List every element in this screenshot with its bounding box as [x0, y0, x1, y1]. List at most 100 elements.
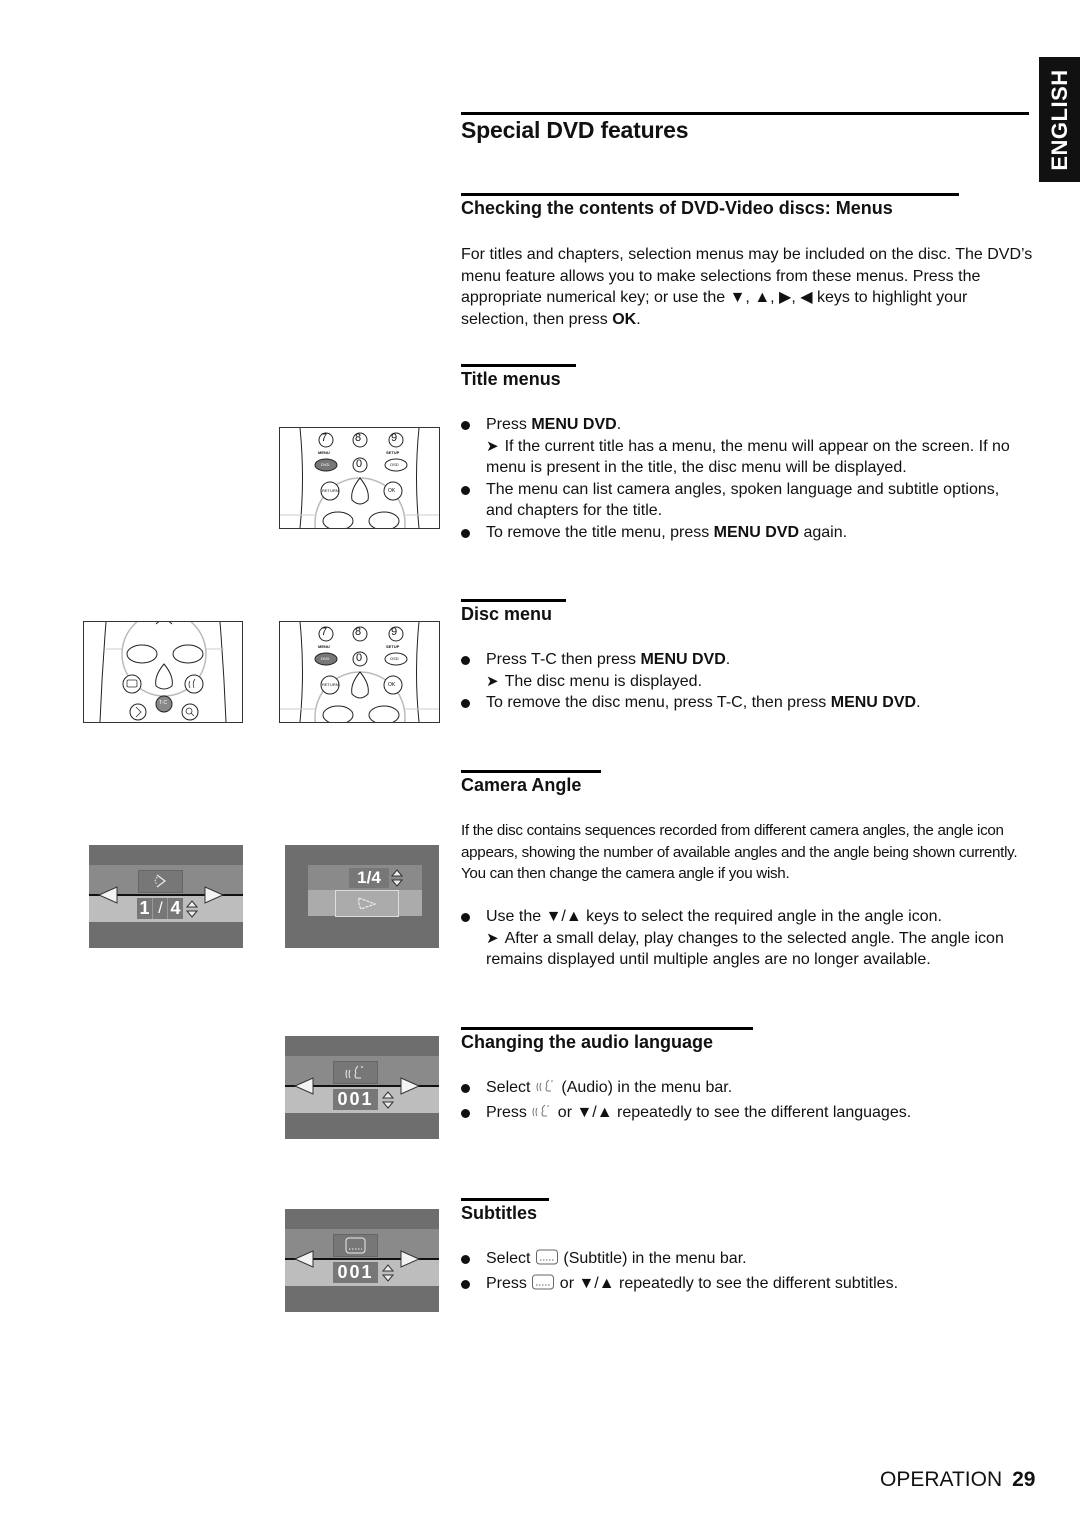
angle-separator: /: [152, 898, 168, 919]
section-heading: Subtitles: [461, 1198, 549, 1224]
arrow-icon: ➤: [486, 929, 499, 947]
section-subtitles: Subtitles: [461, 1198, 549, 1224]
text: .: [916, 694, 921, 711]
setup-label: SETUP: [386, 450, 400, 455]
list-item: To remove the title menu, press MENU DVD…: [461, 522, 1021, 544]
subtitle-icon: [535, 1248, 559, 1273]
subtitle-icon: [531, 1273, 555, 1298]
bullet-icon: [461, 1084, 470, 1093]
subtitle-track-value: 001: [333, 1262, 378, 1283]
section-camera-angle: Camera Angle: [461, 770, 601, 796]
bullet-icon: [461, 485, 470, 495]
osd-key-label: OSD: [390, 462, 399, 467]
bullet-icon: [461, 1255, 470, 1264]
page-footer: OPERATION 29: [880, 1468, 1035, 1492]
text: (Subtitle) in the menu bar.: [558, 1250, 747, 1267]
left-arrow-icon: [293, 1250, 314, 1268]
osd-subtitle-menu-bar: 001: [285, 1209, 439, 1312]
osd-angle-menu-bar: 1 / 4: [89, 845, 243, 948]
audio-icon: [531, 1102, 553, 1127]
bullet-icon: [461, 656, 470, 665]
text: (Audio) in the menu bar.: [556, 1079, 733, 1096]
list-item: The menu can list camera angles, spoken …: [461, 479, 1021, 522]
key-8: 8: [355, 432, 362, 444]
text: Press T-C then press: [486, 651, 641, 668]
menu-label: MENU: [318, 450, 330, 455]
key-0: 0: [356, 458, 363, 470]
ok-key-label: OK: [388, 682, 396, 688]
text: To remove the disc menu, press T-C, then…: [486, 694, 831, 711]
menus-intro-text: For titles and chapters, selection menus…: [461, 246, 1033, 328]
title-menus-list: Press MENU DVD. ➤ If the current title ha…: [461, 414, 1021, 543]
dvd-key-label: DVD: [321, 656, 330, 661]
key-ref: MENU DVD: [713, 523, 799, 541]
list-item: Press T-C then press MENU DVD. ➤ The disc…: [461, 649, 1031, 692]
audio-track-value: 001: [333, 1089, 378, 1110]
menu-label: MENU: [318, 644, 330, 649]
right-arrow-icon: [400, 1077, 421, 1095]
list-item: To remove the disc menu, press T-C, then…: [461, 692, 1031, 714]
text: Press: [486, 416, 532, 433]
camera-angle-list: Use the ▼/▲ keys to select the required …: [461, 906, 1036, 971]
section-disc-menu: Disc menu: [461, 599, 566, 625]
text: Press: [486, 1103, 532, 1121]
list-item: Select (Audio) in the menu bar.: [461, 1077, 1036, 1102]
section-title-menus: Title menus: [461, 364, 576, 390]
key-7: 7: [321, 432, 328, 444]
left-arrow-icon: [97, 886, 118, 904]
setup-label: SETUP: [386, 644, 400, 649]
section-heading: Title menus: [461, 364, 576, 390]
up-down-arrows-icon: [186, 900, 198, 918]
key-ref: MENU DVD: [640, 651, 726, 668]
osd-audio-menu-bar: 001: [285, 1036, 439, 1139]
section-heading: Changing the audio language: [461, 1027, 753, 1053]
list-item: Press or ▼/▲ repeatedly to see the diffe…: [461, 1273, 1036, 1298]
angle-icon-box: [138, 870, 183, 893]
arrow-icon: ➤: [486, 672, 499, 690]
ok-key-ref: OK: [612, 310, 637, 328]
up-down-arrows-icon: [391, 869, 403, 887]
bullet-icon: [461, 1108, 470, 1118]
note-text: The disc menu is displayed.: [504, 672, 703, 690]
arrow-icon: ➤: [486, 437, 499, 455]
key-0: 0: [356, 652, 363, 664]
key-8: 8: [355, 626, 362, 638]
text: or ▼/▲ repeatedly to see the different l…: [553, 1103, 912, 1121]
key-9: 9: [391, 432, 398, 444]
list-item: Select (Subtitle) in the menu bar.: [461, 1248, 1036, 1273]
section-heading: Checking the contents of DVD-Video discs…: [461, 193, 959, 219]
page-number: 29: [1012, 1468, 1036, 1491]
note-text: If the current title has a menu, the men…: [486, 437, 1010, 477]
angle-current: 1: [137, 898, 152, 919]
text: .: [616, 416, 622, 433]
text: Select: [486, 1079, 535, 1096]
subtitle-icon-box: [333, 1234, 378, 1257]
ok-key-label: OK: [388, 488, 396, 494]
up-down-arrows-icon: [382, 1091, 394, 1109]
page-title: Special DVD features: [461, 112, 1029, 144]
return-key-label: RETURN: [322, 488, 339, 493]
up-down-arrows-icon: [382, 1264, 394, 1282]
subtitles-list: Select (Subtitle) in the menu bar. Press…: [461, 1248, 1036, 1297]
language-tab: ENGLISH: [1039, 57, 1080, 182]
text: .: [725, 651, 731, 668]
text: Use the ▼/▲ keys to select the required …: [486, 908, 942, 925]
section-menus: Checking the contents of DVD-Video discs…: [461, 193, 959, 219]
angle-value: 1/4: [349, 868, 389, 888]
text: Select: [486, 1250, 535, 1267]
right-arrow-icon: [204, 886, 225, 904]
remote-illustration-menu: 7 8 9 0 MENU DVD SETUP OSD RETURN OK: [279, 427, 440, 529]
section-heading: Disc menu: [461, 599, 566, 625]
bullet-icon: [461, 421, 470, 430]
bullet-icon: [461, 1279, 470, 1289]
osd-angle-box: 1/4: [285, 845, 439, 948]
menus-intro: For titles and chapters, selection menus…: [461, 244, 1036, 330]
remote-illustration-tc: T-C: [83, 621, 243, 723]
return-key-label: RETURN: [322, 682, 339, 687]
footer-section: OPERATION: [880, 1468, 1003, 1491]
language-tab-label: ENGLISH: [1047, 68, 1072, 171]
text: or ▼/▲ repeatedly to see the different s…: [555, 1274, 899, 1292]
dvd-key-label: DVD: [321, 462, 330, 467]
list-item: Press MENU DVD. ➤ If the current title ha…: [461, 414, 1021, 479]
audio-list: Select (Audio) in the menu bar. Press or…: [461, 1077, 1036, 1126]
